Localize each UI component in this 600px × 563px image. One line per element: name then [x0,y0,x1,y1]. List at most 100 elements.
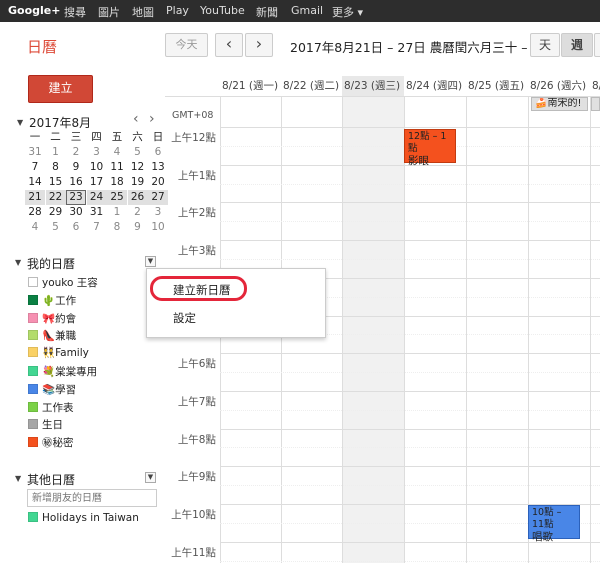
calendar-color-swatch [28,330,38,341]
my-calendar-item[interactable]: ㊙秘密 [28,435,74,449]
view-more-button[interactable] [594,33,600,57]
minical-day[interactable]: 1 [46,145,66,160]
topbar-link-gmail[interactable]: Gmail [291,4,323,17]
minical-day[interactable]: 22 [45,190,66,205]
my-calendar-item[interactable]: 🌵工作 [28,293,76,307]
minical-day[interactable]: 29 [46,205,66,220]
today-button[interactable]: 今天 [165,33,208,57]
next-week-button[interactable]: › [245,33,273,57]
grid-hour-line [220,127,600,128]
calendar-label: ㊙秘密 [42,437,74,450]
minical-day[interactable]: 31 [87,205,107,220]
day-column-header[interactable]: 8/23 (週三) 處暑 [344,78,404,93]
minical-day[interactable]: 15 [46,175,66,190]
minical-day[interactable]: 12 [128,160,148,175]
calendar-color-swatch [28,366,38,376]
minical-day[interactable]: 3 [87,145,107,160]
topbar-link-maps[interactable]: 地圖 [132,4,154,20]
minical-day[interactable]: 21 [25,190,45,205]
day-column-header[interactable]: 8/22 (週二) 七夕 [283,78,342,93]
minical-day[interactable]: 2 [128,205,148,220]
minical-day[interactable]: 2 [66,145,86,160]
topbar-link-more[interactable]: 更多 ▾ [332,4,363,20]
my-calendar-item[interactable]: 工作表 [28,400,74,414]
minical-day[interactable]: 4 [107,145,127,160]
calendar-label: 🌵工作 [42,294,77,307]
view-week-button[interactable]: 週 [561,33,593,57]
create-event-button[interactable]: 建立 [28,75,93,103]
collapse-my-calendars-icon[interactable]: ▼ [15,258,21,267]
minical-day[interactable]: 9 [128,220,148,235]
allday-event-overflow[interactable] [591,97,600,111]
minical-day[interactable]: 10 [87,160,107,175]
minical-day[interactable]: 9 [66,160,86,175]
my-calendar-item[interactable]: youko 王容 [28,275,98,289]
topbar-link-search[interactable]: 搜尋 [64,4,86,20]
day-column-header[interactable]: 8/21 (週一) 王容 [222,78,281,93]
other-calendars-dropdown-button[interactable]: ▼ [145,472,156,483]
calendar-color-swatch [28,294,38,305]
minical-day[interactable]: 8 [107,220,127,235]
day-column-header[interactable]: 8/25 (週五) 初四 [468,78,528,93]
minical-next-button[interactable]: › [149,111,155,127]
minical-day[interactable]: 11 [107,160,127,175]
minical-day[interactable]: 19 [128,175,148,190]
day-column-header[interactable]: 8/24 (週四) 初三 [406,78,466,93]
minical-day[interactable]: 5 [128,145,148,160]
my-calendars-title: 我的日曆 [27,257,76,271]
minical-day[interactable]: 18 [107,175,127,190]
my-calendar-item[interactable]: 👠兼職 [28,328,76,342]
my-calendar-item[interactable]: 💐棠棠專用 [28,364,97,378]
minical-prev-button[interactable]: ‹ [133,111,139,127]
event-block[interactable]: 12點 – 1點 影眼 [404,129,456,167]
topbar-link-play[interactable]: Play [166,4,189,17]
calendar-label: Holidays in Taiwan [42,512,139,524]
minical-day[interactable]: 26 [127,190,148,205]
minical-day[interactable]: 28 [25,205,45,220]
grid-column-line [466,96,467,563]
view-day-button[interactable]: 天 [530,33,560,57]
add-friend-calendar-input[interactable] [27,489,157,507]
minical-day[interactable]: 23 [66,190,86,205]
day-column-header[interactable]: 8/26 (週六) 初五 [530,78,590,93]
minical-day[interactable]: 1 [107,205,127,220]
my-calendars-dropdown-button[interactable]: ▼ [145,256,156,267]
grid-half-hour-line [220,485,600,487]
minical-day[interactable]: 6 [66,220,86,235]
menu-item-settings[interactable]: 設定 [173,310,196,326]
calendar-label: 👠兼職 [42,330,77,343]
minical-weekday: 二 [50,131,61,143]
other-calendar-item[interactable]: Holidays in Taiwan [28,512,139,526]
minical-day[interactable]: 24 [86,190,107,205]
minical-day[interactable]: 16 [66,175,86,190]
minical-day[interactable]: 30 [66,205,86,220]
minical-day[interactable]: 14 [25,175,45,190]
minical-day[interactable]: 7 [25,160,45,175]
minical-day[interactable]: 5 [46,220,66,235]
minical-day[interactable]: 31 [25,145,45,160]
grid-hour-line [220,390,600,392]
calendar-label: 生日 [42,419,63,432]
grid-hour-line [220,202,600,204]
my-calendar-item[interactable]: 👯Family [28,346,89,360]
topbar-link-google-plus[interactable]: Google+ [8,4,60,17]
event-block[interactable]: 10點 – 11點 唱歌 [528,505,580,543]
my-calendar-item[interactable]: 📚學習 [28,382,76,396]
collapse-other-calendars-icon[interactable]: ▼ [15,474,21,483]
red-annotation-circle [150,276,247,301]
minical-day[interactable]: 4 [25,220,45,235]
my-calendar-item[interactable]: 🎀約會 [28,311,76,325]
topbar-link-news[interactable]: 新聞 [256,4,278,20]
minical-day[interactable]: 17 [87,175,107,190]
topbar-link-images[interactable]: 圖片 [98,4,120,20]
minical-day[interactable]: 8 [46,160,66,175]
day-column-header[interactable]: 8/27 (週日) 初六 [592,78,600,93]
topbar-link-youtube[interactable]: YouTube [200,4,245,17]
allday-event[interactable]: 🍰南宋的! [531,97,588,111]
minical-day[interactable]: 25 [107,190,127,205]
event-time: 10點 – 11點 [532,507,562,530]
minical-day[interactable]: 7 [87,220,107,235]
my-calendar-item[interactable]: 生日 [28,417,63,431]
collapse-minical-icon[interactable]: ▼ [17,118,23,127]
prev-week-button[interactable]: ‹ [215,33,243,57]
